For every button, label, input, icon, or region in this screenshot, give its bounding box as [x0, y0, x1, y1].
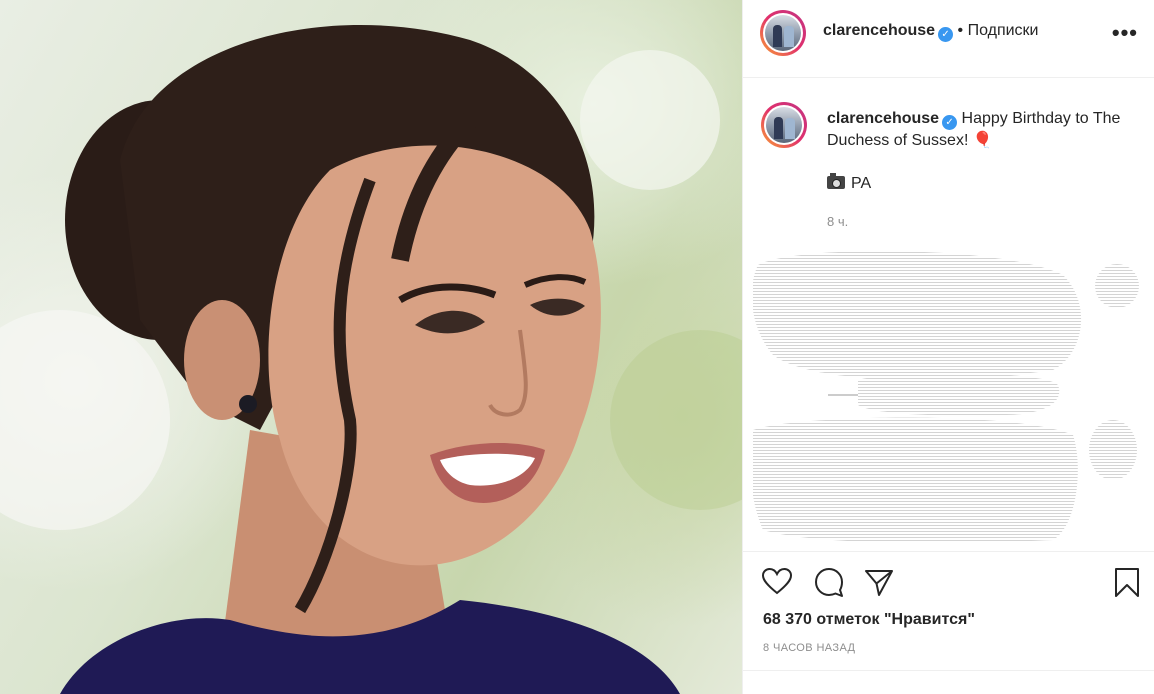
share-icon[interactable]: [863, 566, 895, 598]
portrait-illustration: [0, 25, 742, 694]
header-line: clarencehouse ✓ • Подписки: [823, 22, 1038, 42]
verified-icon: ✓: [938, 27, 954, 42]
camera-icon: [827, 173, 845, 189]
comments-area: [753, 245, 1145, 545]
caption-text-block: clarencehouse ✓ Happy Birthday to The Duc…: [827, 108, 1127, 152]
bookmark-icon[interactable]: [1111, 566, 1143, 598]
caption-username[interactable]: clarencehouse: [827, 110, 939, 127]
likes-count[interactable]: 68 370 отметок "Нравится": [763, 611, 975, 629]
following-status[interactable]: • Подписки: [958, 22, 1039, 39]
post-photo[interactable]: [0, 0, 742, 694]
post-sidebar: clarencehouse ✓ • Подписки ••• clarenceho…: [742, 0, 1154, 694]
verified-icon: ✓: [942, 115, 958, 130]
divider: [743, 670, 1154, 694]
post-header: clarencehouse ✓ • Подписки •••: [743, 0, 1154, 78]
comment-icon[interactable]: [813, 566, 845, 598]
photo-credit: PA: [827, 173, 872, 193]
author-avatar[interactable]: [760, 10, 806, 56]
credit-text: PA: [851, 175, 872, 192]
caption-time[interactable]: 8 ч.: [827, 214, 848, 229]
heart-icon[interactable]: [761, 566, 793, 598]
more-icon[interactable]: •••: [1112, 22, 1138, 44]
post-timestamp[interactable]: 8 ЧАСОВ НАЗАД: [763, 642, 855, 654]
obscured-comments: [753, 251, 1139, 543]
caption-avatar[interactable]: [761, 102, 807, 148]
author-username[interactable]: clarencehouse: [823, 22, 935, 39]
post-actions: 68 370 отметок "Нравится" 8 ЧАСОВ НАЗАД: [743, 551, 1154, 694]
